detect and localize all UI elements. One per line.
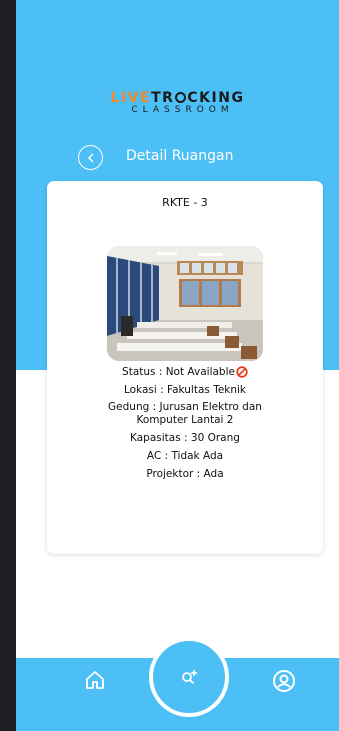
- home-icon: [86, 671, 104, 689]
- projektor-text: Projektor : Ada: [146, 468, 224, 480]
- chevron-left-icon: [87, 153, 93, 162]
- lokasi-text: Lokasi : Fakultas Teknik: [123, 384, 247, 396]
- status-text: Status : Not Available: [122, 366, 235, 378]
- logo-subtitle: CLASSROOM: [131, 105, 234, 115]
- room-code: RKTE - 3: [162, 196, 208, 209]
- logo-cking: CKING: [187, 90, 245, 106]
- logo-tr: TR: [151, 90, 175, 106]
- logo-o-icon: [175, 92, 187, 103]
- app-logo: LIVETR CKING CLASSROOM: [16, 90, 339, 115]
- status-row: Status : Not Available: [47, 365, 323, 379]
- logo-wordmark: LIVETR CKING: [16, 90, 339, 106]
- no-entry-icon: [236, 366, 248, 378]
- window-edge: [0, 0, 16, 731]
- back-button[interactable]: [78, 145, 103, 170]
- gedung-text: Gedung : Jurusan Elektro dan Komputer La…: [108, 401, 262, 426]
- search-add-icon: [182, 670, 197, 684]
- nav-profile-button[interactable]: [272, 669, 296, 697]
- logo-live: LIVE: [110, 90, 152, 106]
- user-icon: [273, 670, 295, 692]
- nav-home-button[interactable]: [84, 669, 106, 695]
- search-room-button[interactable]: [149, 637, 229, 717]
- room-detail-card: RKTE - 3 Status: Not Available Lokasi:…: [47, 181, 323, 554]
- room-photo: [107, 246, 263, 361]
- kapasitas-text: Kapasitas : 30 Orang: [130, 432, 240, 444]
- ac-text: AC : Tidak Ada: [146, 450, 224, 462]
- app-screen: LIVETR CKING CLASSROOM Detail Ruangan RKT…: [16, 0, 339, 731]
- room-details: Status : Not Available Lokasi : Fakultas…: [47, 365, 323, 481]
- page-title: Detail Ruangan: [126, 148, 234, 164]
